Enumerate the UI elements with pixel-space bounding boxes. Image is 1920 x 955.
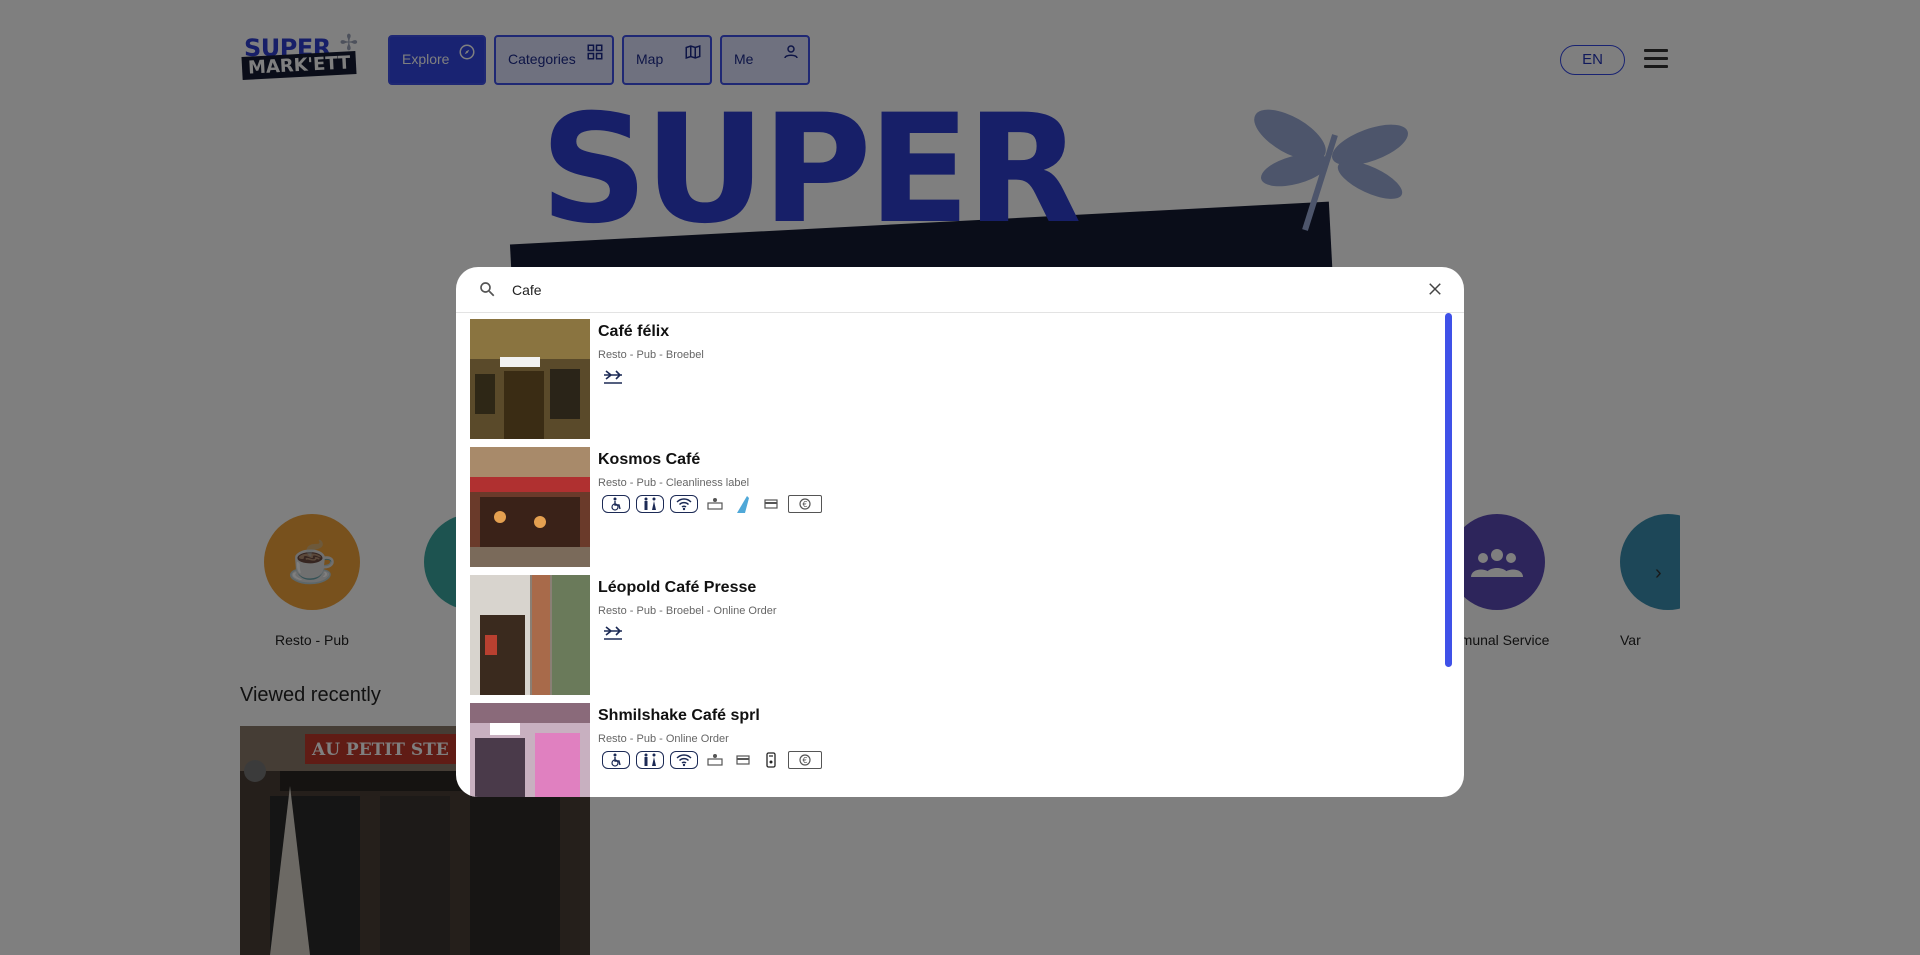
result-meta: Resto - Pub - Cleanliness label	[598, 477, 750, 489]
results-scrollbar[interactable]	[1445, 313, 1452, 667]
result-name: Léopold Café Presse	[598, 579, 757, 596]
result-name: Kosmos Café	[598, 451, 701, 468]
euro-note-icon: €	[788, 495, 822, 513]
search-input[interactable]	[512, 279, 1372, 301]
feature-icons: €	[602, 495, 822, 513]
svg-text:€: €	[802, 756, 807, 765]
card-payment-icon	[732, 751, 754, 769]
result-item[interactable]: Café félix Resto - Pub - Broebel	[470, 319, 1440, 439]
search-results: Café félix Resto - Pub - Broebel Kosmos …	[456, 313, 1464, 797]
wifi-icon	[670, 495, 698, 513]
search-bar	[456, 267, 1464, 313]
baby-change-icon	[704, 495, 726, 513]
feature-icons	[602, 367, 624, 385]
wifi-icon	[670, 751, 698, 769]
result-item[interactable]: Léopold Café Presse Resto - Pub - Broebe…	[470, 575, 1440, 695]
result-photo	[470, 447, 590, 567]
baby-change-icon	[704, 751, 726, 769]
search-icon	[480, 282, 495, 297]
close-icon[interactable]	[1426, 280, 1444, 298]
result-photo	[470, 703, 590, 797]
contactless-icon	[760, 751, 782, 769]
dog-icon	[732, 495, 754, 513]
result-photo	[470, 575, 590, 695]
result-name: Shmilshake Café sprl	[598, 707, 760, 724]
result-item[interactable]: Shmilshake Café sprl Resto - Pub - Onlin…	[470, 703, 1440, 797]
search-modal: Café félix Resto - Pub - Broebel Kosmos …	[456, 267, 1464, 797]
toilets-icon	[636, 751, 664, 769]
card-payment-icon	[760, 495, 782, 513]
toilets-icon	[636, 495, 664, 513]
result-meta: Resto - Pub - Online Order	[598, 733, 729, 745]
wheelchair-icon	[602, 751, 630, 769]
result-meta: Resto - Pub - Broebel	[598, 349, 704, 361]
feature-icons	[602, 623, 624, 641]
wheelchair-icon	[602, 495, 630, 513]
result-photo	[470, 319, 590, 439]
result-meta: Resto - Pub - Broebel - Online Order	[598, 605, 777, 617]
feature-icons: €	[602, 751, 822, 769]
svg-text:€: €	[802, 500, 807, 509]
result-item[interactable]: Kosmos Café Resto - Pub - Cleanliness la…	[470, 447, 1440, 567]
bicycle-icon	[602, 367, 624, 385]
euro-note-icon: €	[788, 751, 822, 769]
result-name: Café félix	[598, 323, 670, 340]
bicycle-icon	[602, 623, 624, 641]
